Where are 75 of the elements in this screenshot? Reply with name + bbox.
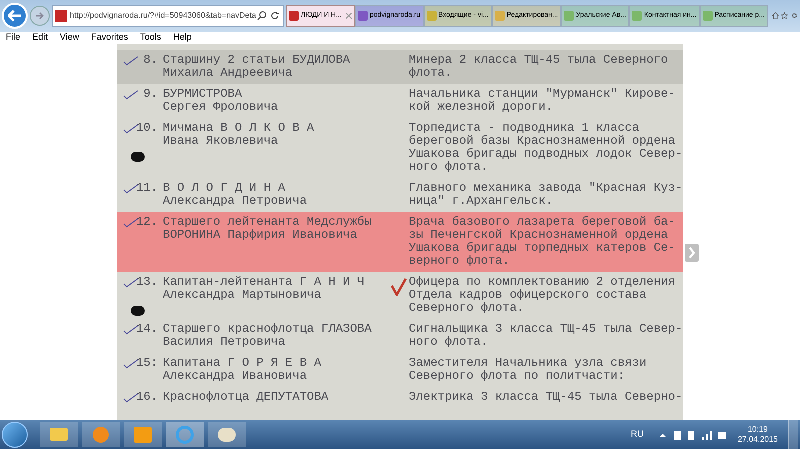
search-icon[interactable] (257, 11, 267, 21)
position-description: ного флота. (409, 336, 490, 349)
item-number: 14. (136, 323, 158, 338)
position-description: ница" г.Архангельск. (409, 195, 554, 208)
item-number: 15: (136, 357, 158, 372)
position-description: ного флота. (409, 161, 490, 174)
position-description: кой железной дороги. (409, 101, 554, 114)
back-arrow-icon (8, 10, 22, 22)
position-description: Офицера по комплектованию 2 отделения (409, 276, 676, 289)
address-text: http://podvignaroda.ru/?#id=50943060&tab=navDeta (70, 10, 254, 22)
menu-item[interactable]: Tools (140, 31, 162, 45)
start-button[interactable] (2, 422, 28, 448)
address-bar[interactable]: http://podvignaroda.ru/?#id=50943060&tab=navDeta (52, 5, 284, 27)
position-description: береговой базы Краснознаменной ордена (409, 135, 676, 148)
position-description: Электрика 3 класса ТЩ-45 тыла Северно- (409, 391, 683, 404)
item-number: 8. (144, 54, 158, 69)
site-icon (55, 10, 67, 22)
item-number: 12. (136, 216, 158, 231)
show-desktop-button[interactable] (788, 420, 798, 449)
position-description: Начальника станции "Мурманск" Кирове- (409, 88, 676, 101)
position-description: Главного механика завода "Красная Куз- (409, 182, 683, 195)
person-name: Михаила Андреевича (163, 67, 294, 80)
home-icon[interactable] (772, 10, 780, 22)
person-name: Краснофлотца ДЕПУТАТОВА (163, 391, 330, 404)
person-name: Ивана Яковлевича (163, 135, 280, 148)
person-name: Сергея Фроловича (163, 101, 280, 114)
position-description: Северного флота по политчасти: (409, 370, 626, 383)
person-name: Капитан-лейтенанта Г А Н И Ч (163, 276, 366, 289)
person-name: Мичмана В О Л К О В А (163, 122, 316, 135)
menu-item[interactable]: View (60, 31, 80, 45)
tray-icons-drawing[interactable] (658, 428, 728, 440)
person-name: Александра Ивановича (163, 370, 308, 383)
person-name: Старшего краснофлотца ГЛАЗОВА (163, 323, 373, 336)
position-description: Северного флота. (409, 302, 526, 315)
person-name: Старшину 2 статьи БУДИЛОВА (163, 54, 352, 67)
position-description: Отдела кадров офицерского состава (409, 289, 648, 302)
folder-icon[interactable] (40, 422, 78, 447)
position-description: зы Печенгской Краснознаменной ордена (409, 229, 670, 242)
item-number: 16. (136, 391, 158, 404)
close-tab-icon[interactable] (346, 13, 352, 19)
position-description: Сигнальщика 3 класса ТЩ-45 тыла Север- (409, 323, 683, 336)
item-number: 11. (136, 182, 158, 197)
item-number: 10. (136, 122, 158, 137)
clock-time[interactable]: 10:19 (748, 424, 768, 434)
person-name: ВОРОНИНА Парфирия Ивановича (163, 229, 358, 242)
chevron-right-icon (688, 247, 696, 259)
person-name: В О Л О Г Д И Н А (163, 182, 286, 195)
position-description: Торпедиста - подводника 1 класса (409, 122, 640, 135)
clock-date[interactable]: 27.04.2015 (738, 434, 778, 444)
back-button[interactable] (2, 3, 28, 29)
forward-button[interactable] (30, 6, 50, 26)
menu-item[interactable]: Favorites (91, 31, 128, 45)
forward-arrow-icon (35, 12, 45, 20)
next-page-button[interactable] (685, 244, 699, 262)
person-name: БУРМИСТРОВА (163, 88, 244, 101)
position-description: Ушакова бригады подводных лодок Север- (409, 148, 683, 161)
person-name: Александра Петровича (163, 195, 308, 208)
item-number: 13. (136, 276, 158, 291)
position-description: Минера 2 класса ТЩ-45 тыла Северного (409, 54, 670, 67)
menu-item[interactable]: Edit (32, 31, 48, 45)
person-name: Старшего лейтенанта Медслужбы (163, 216, 373, 229)
person-name: Капитана Г О Р Я Е В А (163, 357, 322, 370)
refresh-icon[interactable] (270, 11, 280, 21)
position-description: Ушакова бригады торпедных катеров Се- (409, 242, 676, 255)
position-description: флота. (409, 67, 454, 80)
item-number: 9. (144, 88, 158, 103)
menu-item[interactable]: File (6, 31, 21, 45)
language-indicator[interactable]: RU (630, 428, 644, 442)
position-description: Заместителя Начальника узла связи (409, 357, 648, 370)
person-name: Александра Мартыновича (163, 289, 322, 302)
position-description: Врача базового лазарета береговой ба- (409, 216, 676, 229)
person-name: Василия Петровича (163, 336, 286, 349)
star-icon[interactable] (781, 10, 789, 22)
menu-item[interactable]: Help (173, 31, 192, 45)
position-description: верного флота. (409, 255, 511, 268)
